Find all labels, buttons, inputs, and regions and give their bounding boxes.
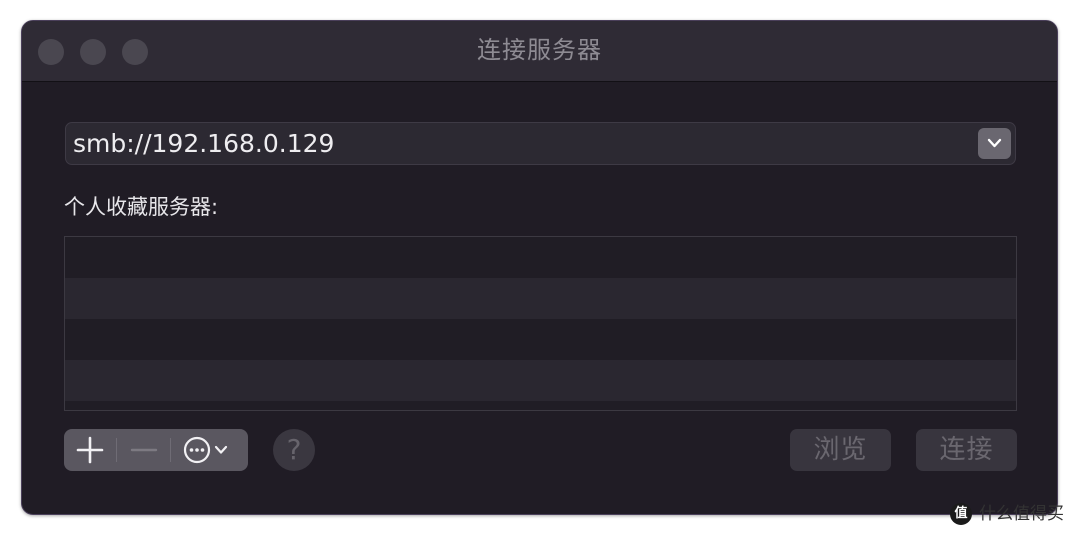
- more-options-button[interactable]: [171, 429, 248, 471]
- chevron-down-icon: [987, 138, 1002, 148]
- ellipsis-circle-icon: [183, 436, 228, 464]
- favorite-servers-label: 个人收藏服务器:: [64, 195, 219, 219]
- title-bar[interactable]: 连接服务器: [22, 21, 1057, 82]
- favorites-toolbar: [64, 429, 248, 471]
- watermark-text: 什么值得买: [979, 504, 1064, 524]
- list-item[interactable]: [65, 360, 1016, 401]
- list-item[interactable]: [65, 278, 1016, 319]
- plus-icon: [76, 436, 104, 464]
- connect-to-server-window: 连接服务器 smb://192.168.0.129 个人收藏服务器: ? 浏览 …: [21, 20, 1058, 515]
- server-history-dropdown-button[interactable]: [978, 128, 1011, 159]
- list-item[interactable]: [65, 319, 1016, 360]
- minus-icon: [130, 448, 158, 452]
- list-item[interactable]: [65, 237, 1016, 278]
- remove-favorite-button[interactable]: [117, 429, 170, 471]
- help-button[interactable]: ?: [273, 429, 315, 471]
- server-address-input[interactable]: smb://192.168.0.129: [73, 123, 334, 164]
- watermark-logo-icon: 值: [950, 503, 972, 525]
- favorite-servers-list[interactable]: [64, 236, 1017, 411]
- browse-button[interactable]: 浏览: [790, 429, 891, 471]
- server-address-combobox[interactable]: smb://192.168.0.129: [65, 122, 1016, 165]
- add-favorite-button[interactable]: [64, 429, 116, 471]
- connect-button[interactable]: 连接: [916, 429, 1017, 471]
- window-title: 连接服务器: [477, 36, 602, 64]
